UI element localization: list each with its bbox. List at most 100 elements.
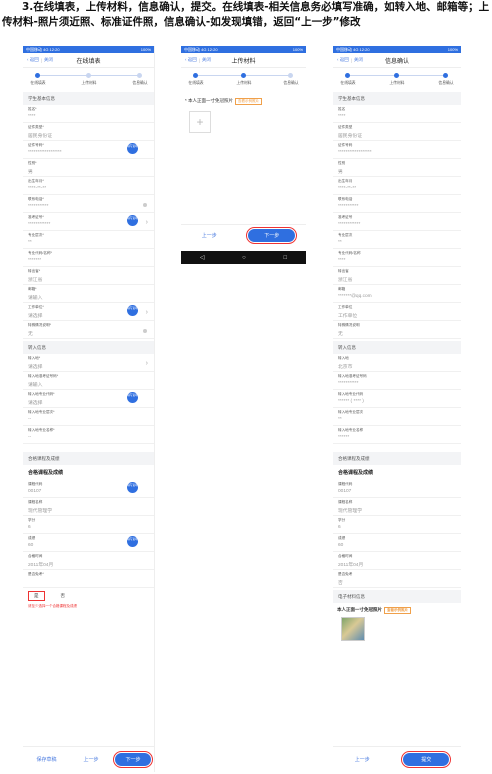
phone-confirm: 中国移动 4G 12:20 100% ‹ 返回 | 关闭 信息确认 在线填表 上传… [333,46,461,772]
help-fab-button[interactable]: 填写说明 [127,143,138,154]
exempt-radio: 是 否 [23,588,154,604]
radio-no[interactable]: 否 [54,591,71,601]
prev-button[interactable]: 上一步 [343,752,381,767]
field-value[interactable]: 无 [28,330,149,337]
recents-square-icon[interactable]: □ [284,255,288,261]
chevron-right-icon[interactable]: › [146,309,148,316]
form-field[interactable]: 专业层次* ** [23,231,154,249]
next-button[interactable]: 下一步 [113,751,153,768]
sample-photo-tag[interactable]: 查看示例照片 [384,607,411,614]
form-field[interactable]: 证件类型* 居民身份证 [23,123,154,141]
chevron-right-icon[interactable]: › [146,360,148,367]
radio-yes[interactable]: 是 [28,591,45,601]
step-label-2: 上传材料 [81,81,97,85]
status-bar-right: 100% [140,47,151,52]
field-label: 邮箱* [28,287,37,291]
field-value[interactable]: 请输入 [28,381,149,388]
field-value[interactable]: -- [28,417,149,422]
field-label: 专业层次* [28,233,44,237]
field-value[interactable]: **** [28,114,149,119]
form-field: 转入地 北京市 [333,354,461,372]
help-fab-button[interactable]: 填写说明 [127,536,138,547]
field-label: 转入地专业层次 [338,410,364,414]
form-field[interactable]: 姓名* **** [23,105,154,123]
form-field[interactable]: 证件号码* ****************** 填写说明 [23,141,154,159]
field-label: 转出省* [28,269,41,273]
form-field[interactable]: 性别* 男 [23,159,154,177]
next-button[interactable]: 下一步 [246,227,298,244]
close-link[interactable]: 关闭 [354,57,363,63]
clear-icon[interactable] [143,203,147,207]
field-value[interactable]: 请选择 [28,363,149,370]
field-value[interactable]: ****-**-** [28,186,149,191]
back-link[interactable]: ‹ 返回 [337,57,349,63]
form-field[interactable]: 工作单位* 请选择 › 填写说明 [23,303,154,321]
error-message: 请至少选择一个合格课程及成绩 [28,604,77,608]
field-value[interactable]: ******* [28,258,149,263]
upload-photo-button[interactable]: + [189,111,211,133]
form-field[interactable]: 邮箱* 请输入 [23,285,154,303]
chevron-right-icon[interactable]: › [146,219,148,226]
save-draft-button[interactable]: 保存草稿 [25,752,68,767]
form-field[interactable]: 转入地专业代码* 请选择 填写说明 [23,390,154,408]
field-value[interactable]: 浙江省 [28,276,149,283]
help-fab-button[interactable]: 填写说明 [127,215,138,226]
step-dot-3 [443,73,448,78]
field-label: 证件类型* [28,125,44,129]
form-field[interactable]: 转出省* 浙江省 [23,267,154,285]
clear-icon[interactable] [143,329,147,333]
field-value: *********** [338,381,359,386]
form-field[interactable]: 准考证号* ************ › 填写说明 [23,213,154,231]
instruction-text: 3.在线填表，上传材料，信息确认，提交。在线填表-相关信息务必填写准确，如转入地… [2,0,490,30]
form-field: 专业代码/名称 **** [333,249,461,267]
uploaded-photo-thumbnail[interactable] [341,617,365,641]
field-value: **** [338,258,346,263]
back-link[interactable]: ‹ 返回 [185,57,197,63]
field-value: 6 [28,525,31,530]
field-value: 2011年04月 [338,563,364,568]
back-label: 返回 [339,57,349,62]
field-value[interactable]: *********** [28,204,149,209]
field-label: 专业层次 [338,233,353,237]
field-value: ************ [338,222,361,227]
form-field[interactable]: 转入地准考证号码* 请输入 [23,372,154,390]
field-label: 学分 [338,518,346,522]
nav-bar: ‹ 返回 | 关闭 信息确认 [333,53,461,68]
form-field: 工作单位 工作单位 [333,303,461,321]
field-label: 转出省 [338,269,349,273]
help-fab-button[interactable]: 填写说明 [127,305,138,316]
step-dot-2 [86,73,91,78]
field-value[interactable]: 居民身份证 [28,132,149,139]
prev-button[interactable]: 上一步 [72,752,110,767]
field-value[interactable]: ** [28,240,149,245]
close-link[interactable]: 关闭 [202,57,211,63]
form-field[interactable]: 特殊情况说明* 无 [23,321,154,339]
field-value[interactable]: 男 [28,168,149,175]
sample-photo-tag[interactable]: 查看示例照片 [235,98,263,105]
back-link[interactable]: ‹ 返回 [27,57,39,63]
field-value[interactable]: 请输入 [28,294,149,301]
field-label: 特殊情况说明* [28,323,51,327]
form-field[interactable]: 专业代码/名称* ******* [23,249,154,267]
home-circle-icon[interactable]: ○ [242,255,246,261]
form-field[interactable]: 联系电话* *********** [23,195,154,213]
field-value: 60 [338,543,344,548]
form-field: 合格时间 2011年04月 [23,552,154,570]
form-field[interactable]: 转入地专业名称* -- [23,426,154,444]
close-link[interactable]: 关闭 [44,57,53,63]
status-bar: 中国移动 4G 12:20 100% [23,46,154,53]
submit-button[interactable]: 提交 [401,751,452,768]
help-fab-button[interactable]: 填写说明 [127,482,138,493]
prev-button[interactable]: 上一步 [190,228,228,243]
step-dot-2 [241,73,246,78]
student-fields: 姓名 **** 证件类型 居民身份证 证件号码 ****************** 性别男… [333,105,461,339]
back-triangle-icon[interactable]: ◁ [200,254,205,261]
form-field[interactable]: 出生年月* ****-**-** [23,177,154,195]
help-fab-button[interactable]: 填写说明 [127,392,138,403]
field-value[interactable]: -- [28,435,149,440]
form-field[interactable]: 转入地* 请选择 › [23,354,154,372]
form-field[interactable]: 转入地专业层次* -- [23,408,154,426]
field-value: 否 [338,581,343,586]
form-field: 转入地专业名称 ****** [333,426,461,444]
step-label-2: 上传材料 [389,81,405,85]
